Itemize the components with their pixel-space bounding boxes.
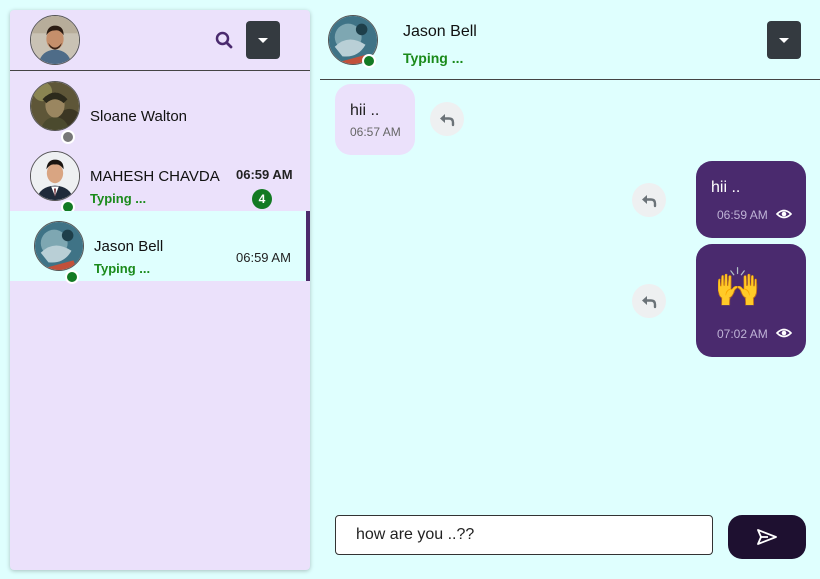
chat-sidebar: Sloane Walton MAHESH CHAVDA Typing ... 0… bbox=[10, 10, 310, 570]
typing-indicator: Typing ... bbox=[94, 261, 151, 276]
incoming-message-bubble: hii .. 06:57 AM bbox=[335, 84, 415, 155]
contact-name: MAHESH CHAVDA bbox=[90, 168, 220, 185]
message-time: 06:59 AM bbox=[717, 208, 768, 222]
reply-icon bbox=[642, 296, 657, 309]
message-input[interactable] bbox=[335, 515, 713, 555]
reply-icon bbox=[440, 114, 455, 127]
reply-button[interactable] bbox=[632, 183, 666, 217]
last-message-time: 06:59 AM bbox=[236, 250, 291, 265]
message-text: hii .. bbox=[711, 179, 741, 196]
last-message-time: 06:59 AM bbox=[236, 167, 293, 182]
message-time: 06:57 AM bbox=[350, 125, 401, 139]
chat-header: Jason Bell Typing ... bbox=[320, 0, 820, 80]
contact-name: Sloane Walton bbox=[90, 108, 188, 125]
caret-down-icon bbox=[258, 37, 268, 43]
eye-icon bbox=[776, 328, 792, 338]
typing-indicator: Typing ... bbox=[403, 50, 464, 66]
sidebar-menu-dropdown-button[interactable] bbox=[246, 21, 280, 59]
chat-menu-dropdown-button[interactable] bbox=[767, 21, 801, 59]
unread-count-badge: 4 bbox=[252, 189, 272, 209]
contact-avatar bbox=[30, 81, 80, 131]
typing-indicator: Typing ... bbox=[90, 191, 147, 206]
message-emoji: 🙌 bbox=[714, 267, 762, 309]
search-icon[interactable] bbox=[215, 31, 233, 49]
reply-button[interactable] bbox=[430, 102, 464, 136]
contact-avatar bbox=[34, 221, 84, 271]
eye-icon bbox=[776, 209, 792, 219]
reply-icon bbox=[642, 195, 657, 208]
active-contact-name: Jason Bell bbox=[403, 23, 477, 40]
contact-avatar bbox=[30, 151, 80, 201]
outgoing-message-bubble: hii .. 06:59 AM bbox=[696, 161, 806, 238]
outgoing-message-bubble: 🙌 07:02 AM bbox=[696, 244, 806, 357]
online-status-dot bbox=[65, 270, 79, 284]
sidebar-header bbox=[10, 10, 310, 71]
reply-button[interactable] bbox=[632, 284, 666, 318]
send-icon bbox=[757, 529, 777, 545]
message-text: hii .. bbox=[350, 102, 380, 119]
message-time: 07:02 AM bbox=[717, 327, 768, 341]
my-profile-avatar[interactable] bbox=[30, 15, 80, 65]
send-button[interactable] bbox=[728, 515, 806, 559]
contact-name: Jason Bell bbox=[94, 238, 164, 255]
chat-list-item[interactable]: MAHESH CHAVDA Typing ... 06:59 AM 4 bbox=[10, 141, 310, 214]
chat-list-item[interactable]: Sloane Walton bbox=[10, 71, 310, 144]
chat-list-item-active[interactable]: Jason Bell Typing ... 06:59 AM bbox=[10, 211, 310, 284]
online-status-dot bbox=[362, 54, 376, 68]
caret-down-icon bbox=[779, 37, 789, 43]
